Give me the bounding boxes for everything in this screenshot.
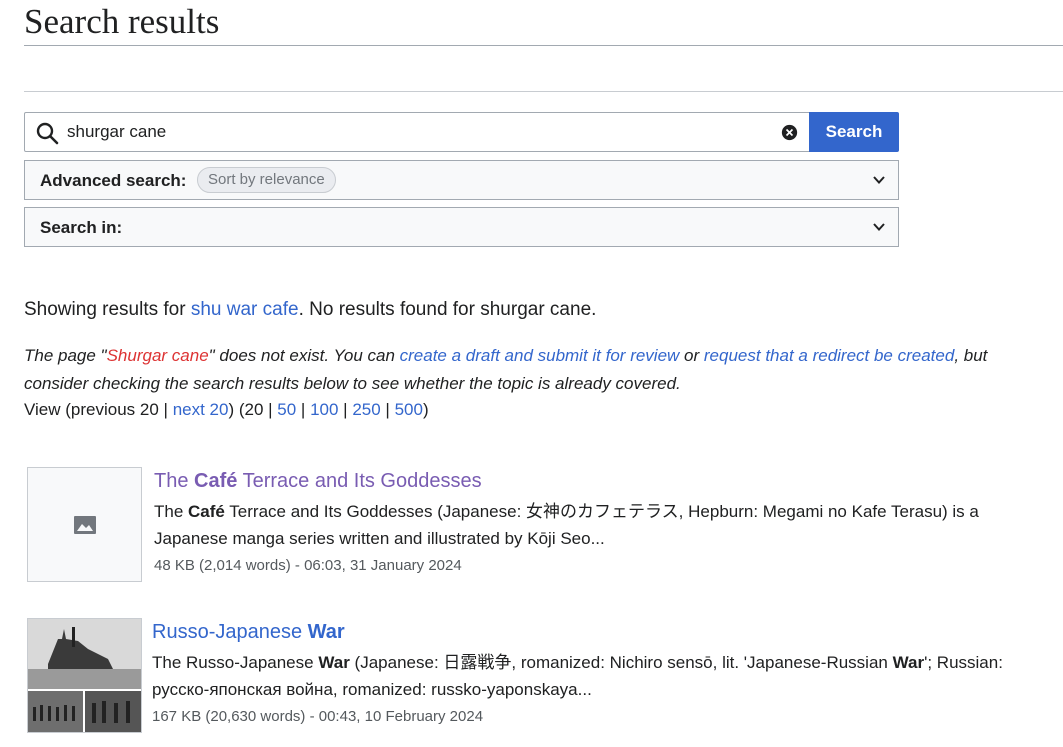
search-in-label: Search in: (40, 218, 123, 237)
clear-icon[interactable] (781, 124, 798, 141)
chevron-down-icon[interactable] (872, 220, 886, 234)
notice-text: The page " (24, 346, 107, 365)
result-thumbnail[interactable] (27, 467, 142, 582)
showing-suffix: . No results found for shurgar cane. (298, 299, 597, 320)
limit-50-link[interactable]: 50 (277, 400, 296, 419)
snippet-part: (Japanese: 日露戦争, romanized: Nichiro sens… (349, 653, 893, 672)
title-match: War (307, 621, 345, 643)
paging-sep: | (296, 400, 311, 419)
page-missing-notice: The page "Shurgar cane" does not exist. … (24, 342, 1044, 398)
paging-controls: View (previous 20 | next 20) (20 | 50 | … (24, 398, 429, 422)
missing-page-link[interactable]: Shurgar cane (107, 346, 209, 365)
title-part: Russo-Japanese (152, 621, 308, 643)
snippet-match: War (892, 653, 925, 672)
result-title-link[interactable]: Russo-Japanese War (152, 620, 345, 644)
chevron-down-icon[interactable] (872, 173, 886, 187)
notice-text: " does not exist. You can (208, 346, 400, 365)
search-in-panel[interactable]: Search in: (24, 207, 899, 247)
limit-250-link[interactable]: 250 (352, 400, 380, 419)
result-meta: 167 KB (20,630 words) - 00:43, 10 Februa… (152, 708, 484, 725)
create-draft-link[interactable]: create a draft and submit it for review (400, 346, 680, 365)
divider (24, 91, 1063, 92)
paging-text: ) (422, 400, 429, 419)
image-placeholder-icon (74, 516, 96, 534)
next-20-link[interactable]: next 20 (173, 400, 229, 419)
sort-chip[interactable]: Sort by relevance (197, 167, 336, 193)
search-input[interactable] (67, 113, 767, 151)
snippet-part: Terrace and Its Goddesses (Japanese: 女神の… (154, 502, 979, 548)
title-match: Café (194, 470, 238, 492)
request-redirect-link[interactable]: request that a redirect be created (704, 346, 954, 365)
paging-text: View (previous 20 | (24, 400, 173, 419)
snippet-part: The Russo-Japanese (152, 653, 319, 672)
search-button[interactable]: Search (809, 112, 899, 152)
paging-text: ) (20 | (228, 400, 278, 419)
advanced-search-panel[interactable]: Advanced search: Sort by relevance (24, 160, 899, 200)
showing-prefix: Showing results for (24, 299, 191, 320)
page-title: Search results (24, 0, 1063, 46)
snippet-match: Café (188, 502, 225, 521)
result-snippet: The Russo-Japanese War (Japanese: 日露戦争, … (152, 649, 1032, 703)
result-snippet: The Café Terrace and Its Goddesses (Japa… (154, 498, 1034, 552)
paging-sep: | (380, 400, 395, 419)
result-thumbnail[interactable] (27, 618, 142, 733)
snippet-match: War (318, 653, 350, 672)
search-box[interactable] (24, 112, 810, 152)
title-part: The (154, 470, 195, 492)
war-photo-thumbnail (28, 619, 141, 732)
limit-500-link[interactable]: 500 (395, 400, 423, 419)
advanced-search-label: Advanced search: (40, 171, 187, 190)
search-icon (36, 122, 59, 145)
limit-100-link[interactable]: 100 (310, 400, 338, 419)
result-meta: 48 KB (2,014 words) - 06:03, 31 January … (154, 557, 462, 574)
result-title-link[interactable]: The Café Terrace and Its Goddesses (154, 469, 482, 493)
notice-text: or (679, 346, 704, 365)
showing-results-text: Showing results for shu war cafe. No res… (24, 298, 596, 322)
paging-sep: | (338, 400, 353, 419)
snippet-part: The (154, 502, 189, 521)
suggestion-link[interactable]: shu war cafe (191, 299, 299, 320)
title-part: Terrace and Its Goddesses (237, 470, 482, 492)
